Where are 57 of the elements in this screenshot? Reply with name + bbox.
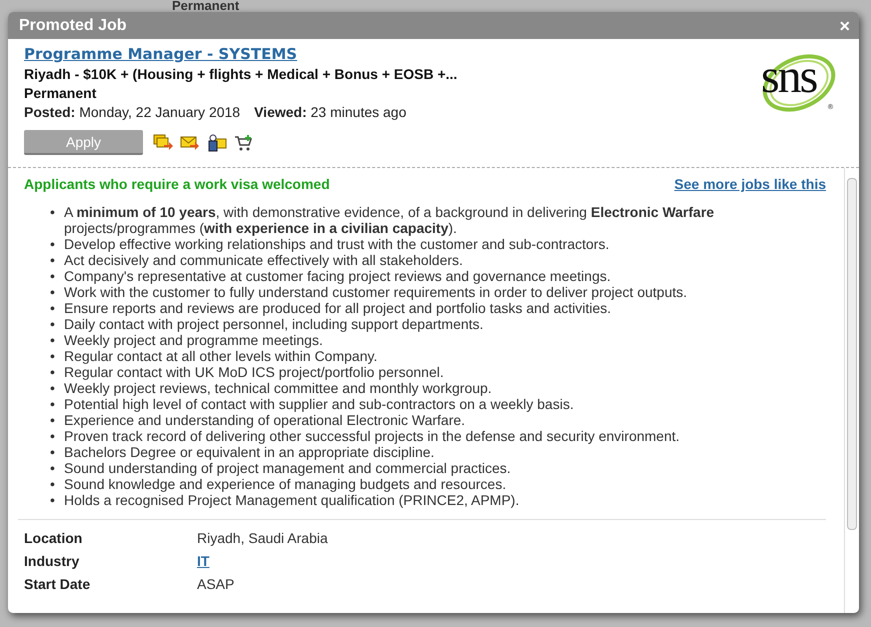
requirement-text: Regular contact with UK MoD ICS project/portfolio personnel. — [64, 364, 444, 380]
bullet-marker: • — [50, 476, 56, 492]
requirement-text: Weekly project reviews, technical committee and monthly workgroup. — [64, 380, 492, 396]
bullet-marker: • — [50, 396, 56, 412]
more-jobs-link[interactable]: See more jobs like this — [674, 176, 826, 192]
dialog-title: Promoted Job — [19, 16, 127, 34]
mail-forward-icon — [180, 134, 200, 152]
bullet-marker: • — [50, 236, 56, 252]
bullet-marker: • — [50, 492, 56, 508]
requirement-text: Sound knowledge and experience of managing budgets and resources. — [64, 476, 506, 492]
documents-icon — [153, 134, 173, 152]
job-type: Permanent — [24, 85, 98, 101]
bullet-marker: • — [50, 460, 56, 476]
job-title-link[interactable]: Programme Manager - SYSTEMS — [24, 45, 458, 63]
bullet-marker: • — [50, 444, 56, 460]
requirement-text: Weekly project and programme meetings. — [64, 332, 323, 348]
requirement-text: Company's representative at customer facing project reviews and governance meetings. — [64, 268, 611, 284]
bullet-marker: • — [50, 380, 56, 396]
bullet-marker: • — [50, 364, 56, 380]
requirement-text: Regular contact at all other levels within Company. — [64, 348, 378, 364]
detail-label: Location — [24, 529, 84, 547]
detail-label: Industry — [24, 552, 80, 570]
add-to-cart-icon — [234, 134, 254, 152]
bullet-marker: • — [50, 348, 56, 364]
requirement-text: Holds a recognised Project Management qualification (PRINCE2, APMP). — [64, 492, 520, 508]
bullet-marker: • — [50, 428, 56, 444]
requirement-text: Bachelors Degree or equivalent in an appropriate discipline. — [64, 444, 434, 460]
detail-link[interactable]: IT — [197, 552, 210, 570]
requirement-text: Work with the customer to fully understand customer requirements in order to deliver project outputs. — [64, 284, 688, 300]
scrollbar-thumb[interactable] — [847, 178, 857, 530]
requirement-text: Daily contact with project personnel, including support departments. — [64, 316, 484, 332]
bullet-marker: • — [50, 284, 56, 300]
bullet-marker: • — [50, 412, 56, 428]
requirement-text: Act decisively and communicate effectively with all stakeholders. — [64, 252, 463, 268]
bullet-marker: • — [50, 332, 56, 348]
person-mail-icon — [207, 134, 227, 152]
bullet-marker: • — [50, 252, 56, 268]
close-button[interactable]: × — [839, 16, 850, 34]
requirement-text: Experience and understanding of operational Electronic Warfare. — [64, 412, 466, 428]
salary-text: Riyadh - $10K + (Housing + flights + Medical + Bonus + EOSB +... — [24, 66, 458, 82]
bullet-marker: • — [50, 268, 56, 284]
detail-value: ASAP — [197, 575, 234, 593]
background-text: Permanent — [172, 0, 240, 12]
detail-value: Riyadh, Saudi Arabia — [197, 529, 328, 547]
requirement-text: A minimum of 10 years, with demonstrative evidence, of a background in delivering Electronic Warfare projects/programmes (with experience in a civilian capacity). — [64, 204, 716, 236]
viewed-text: Viewed: 23 minutes ago — [254, 104, 406, 120]
bullet-marker: • — [50, 300, 56, 316]
requirement-text: Develop effective working relationships and trust with the customer and sub-contractors. — [64, 236, 610, 252]
requirement-text: Ensure reports and reviews are produced for all project and portfolio tasks and activities. — [64, 300, 612, 316]
requirement-text: Sound understanding of project management and commercial practices. — [64, 460, 511, 476]
bullet-marker: • — [50, 316, 56, 332]
requirement-text: Proven track record of delivering other successful projects in the defense and security environment. — [64, 428, 680, 444]
detail-label: Start Date — [24, 575, 92, 593]
bullet-marker: • — [50, 204, 56, 222]
visa-note: Applicants who require a work visa welcomed — [24, 176, 330, 192]
posted-text: Posted: Monday, 22 January 2018 — [24, 104, 240, 120]
requirement-text: Potential high level of contact with supplier and sub-contractors on a weekly basis. — [64, 396, 574, 412]
